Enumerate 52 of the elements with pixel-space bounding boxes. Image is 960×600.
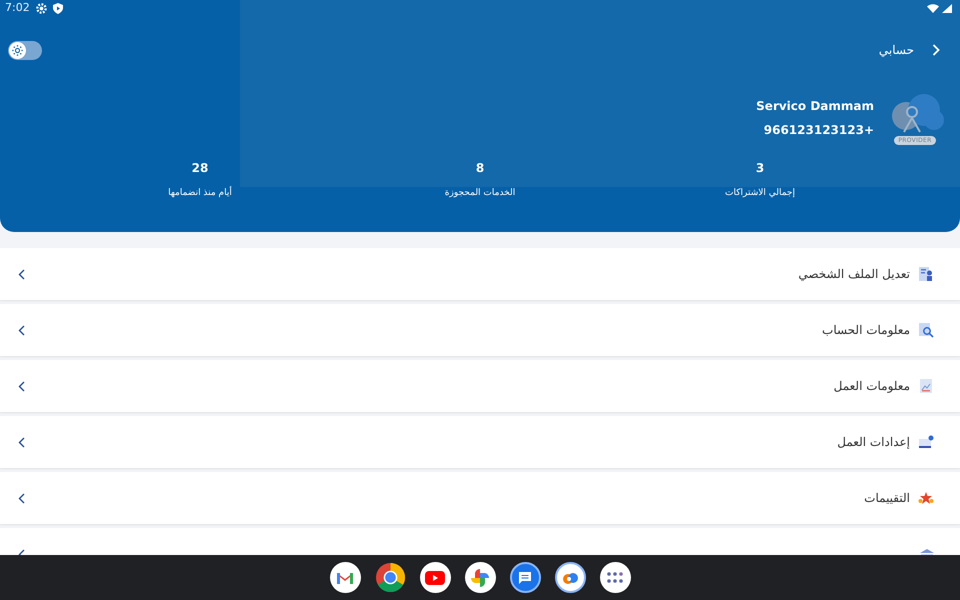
page-title: حسابي xyxy=(878,42,914,59)
stat-value: 3 xyxy=(756,160,764,177)
menu-label: معلومات العمل xyxy=(834,378,910,395)
profile-card-icon xyxy=(918,266,934,282)
stat-label: الخدمات المحجوزة xyxy=(444,187,516,200)
clock-time: 7:02 xyxy=(5,0,30,16)
messages-app-button[interactable] xyxy=(510,562,540,593)
cloud-icon xyxy=(560,570,580,584)
signal-icon xyxy=(942,4,952,13)
menu-item[interactable]: تعديل الملف الشخصي xyxy=(0,248,960,300)
stat-value: 28 xyxy=(192,160,208,177)
chevron-icon xyxy=(18,436,25,448)
mail-app-button[interactable] xyxy=(330,562,360,593)
menu-item[interactable]: معلومات العمل xyxy=(0,360,960,412)
chart-document-icon xyxy=(918,378,934,394)
stat-value: 8 xyxy=(476,160,484,177)
play-icon xyxy=(425,570,445,584)
cloud-app-button[interactable] xyxy=(554,562,586,593)
menu-item[interactable]: التقييمات xyxy=(0,472,960,524)
back-button[interactable] xyxy=(930,43,942,57)
menu-label: التقييمات xyxy=(864,490,910,507)
gear-icon xyxy=(36,3,47,14)
stars-icon xyxy=(918,490,934,506)
message-icon xyxy=(518,570,532,584)
chevron-icon xyxy=(18,380,25,392)
apps-grid-icon xyxy=(607,572,623,583)
photos-app-button[interactable] xyxy=(464,562,496,593)
wifi-icon xyxy=(927,4,939,13)
menu-label: إعدادات العمل xyxy=(837,434,910,451)
profile-name: Servico Dammam xyxy=(756,98,874,115)
shield-icon xyxy=(52,3,63,14)
document-search-icon xyxy=(918,322,934,338)
profile-phone: 966123123123+ xyxy=(764,122,874,139)
menu-item[interactable]: معلومات الحساب xyxy=(0,304,960,356)
menu-label: معلومات الحساب xyxy=(822,322,910,339)
stat-label: أيام منذ انضمامها xyxy=(168,187,232,200)
browser-app-button[interactable] xyxy=(374,562,406,593)
chevron-icon xyxy=(18,324,25,336)
settings-icon xyxy=(918,434,934,450)
chevron-icon xyxy=(18,268,25,280)
menu-item[interactable]: إعدادات العمل xyxy=(0,416,960,468)
pinwheel-icon xyxy=(470,568,490,588)
theme-toggle[interactable] xyxy=(8,40,42,60)
video-app-button[interactable] xyxy=(420,562,450,593)
menu-label: تعديل الملف الشخصي xyxy=(798,266,910,283)
chevron-icon xyxy=(932,44,940,56)
envelope-icon xyxy=(336,570,354,584)
sun-icon xyxy=(12,44,23,56)
apps-button[interactable] xyxy=(600,562,630,593)
chevron-icon xyxy=(18,492,25,504)
stat-label: إجمالي الاشتراكات xyxy=(725,187,795,200)
browser-icon xyxy=(374,562,406,593)
